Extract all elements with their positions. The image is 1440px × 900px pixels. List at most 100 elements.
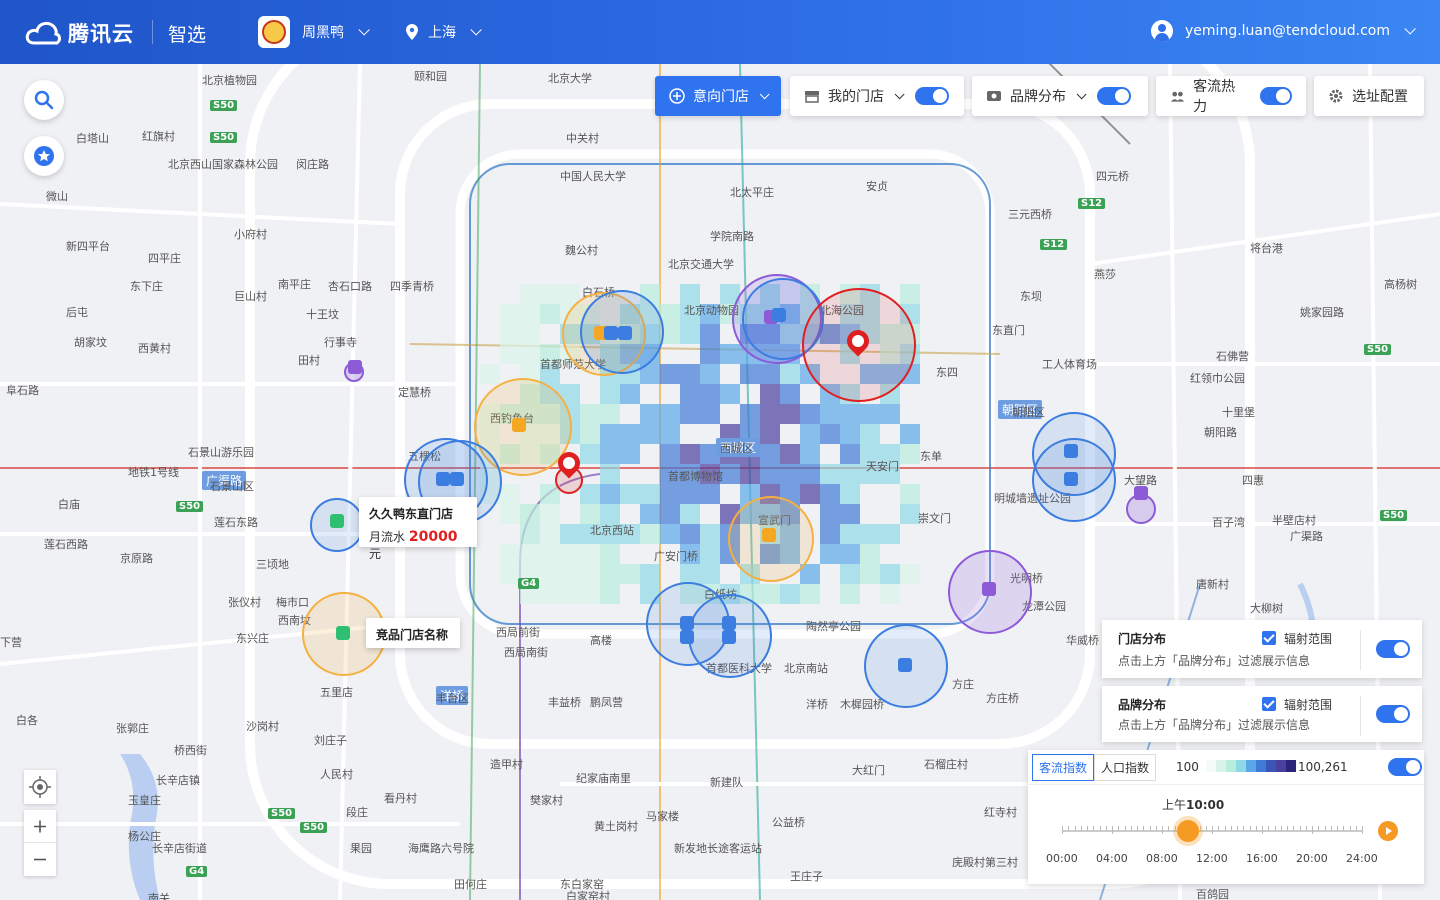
tab-flow-index[interactable]: 客流指数: [1032, 754, 1095, 781]
place-label: 西局南街: [504, 646, 548, 659]
store-pin[interactable]: [982, 582, 996, 596]
heat-cell: [520, 524, 540, 544]
search-button[interactable]: [24, 80, 64, 120]
my-store-control[interactable]: 我的门店: [790, 76, 964, 116]
brand-dist-panel-toggle[interactable]: [1376, 705, 1410, 723]
store-pin[interactable]: [680, 616, 694, 630]
heat-cell: [640, 484, 660, 504]
place-label: 四元桥: [1096, 170, 1129, 183]
store-pin[interactable]: [1134, 486, 1148, 500]
slider-tick: [1274, 826, 1276, 831]
place-label: 高杨树: [1384, 278, 1417, 291]
place-label: 十王坟: [306, 308, 339, 321]
heat-cell: [840, 524, 860, 544]
zoom-in-button[interactable]: [24, 810, 56, 843]
road-badge: G4: [186, 866, 208, 877]
heat-cell: [700, 564, 720, 584]
store-pin[interactable]: [722, 630, 736, 644]
store-radius-checkbox[interactable]: 辐射范围: [1262, 630, 1332, 647]
heat-cell: [820, 504, 840, 524]
product-name: 智选: [168, 24, 207, 46]
place-label: 北京植物园: [202, 74, 257, 87]
brand-radius-checkbox[interactable]: 辐射范围: [1262, 696, 1332, 713]
place-label: 下营: [0, 636, 22, 649]
brand-dist-toggle[interactable]: [1097, 87, 1131, 105]
site-config-button[interactable]: 选址配置: [1314, 76, 1424, 116]
my-store-toggle[interactable]: [915, 87, 949, 105]
heat-cell: [700, 544, 720, 564]
store-pin[interactable]: [604, 326, 618, 340]
place-label: 五里店: [320, 686, 353, 699]
heat-cell: [600, 464, 620, 484]
slider-tick: [1355, 826, 1357, 831]
slider-tick: [1174, 826, 1176, 831]
traffic-heat-toggle[interactable]: [1259, 87, 1292, 105]
store-pin[interactable]: [762, 528, 776, 542]
place-label: 长辛店镇: [156, 774, 200, 787]
heat-cell: [820, 464, 840, 484]
tab-population-index[interactable]: 人口指数: [1094, 754, 1157, 781]
heat-cell: [500, 564, 520, 584]
place-label: 杏石口路: [328, 280, 372, 293]
play-button[interactable]: [1378, 821, 1398, 841]
heat-cell: [780, 384, 800, 404]
brand-dist-control[interactable]: 品牌分布: [972, 76, 1148, 116]
place-label: 大柳树: [1250, 602, 1283, 615]
place-label: 东单: [920, 450, 942, 463]
slider-tick: [1155, 826, 1157, 831]
road-badge: S50: [176, 501, 204, 512]
heat-cell: [580, 584, 600, 604]
place-label: 微山: [46, 190, 68, 203]
tencent-cloud-logo[interactable]: 腾讯云: [24, 17, 134, 49]
store-pin[interactable]: [512, 418, 526, 432]
store-pin[interactable]: [1064, 444, 1078, 458]
place-label: 张仪村: [228, 596, 261, 609]
place-label: 首都博物馆: [668, 470, 723, 483]
store-dist-toggle[interactable]: [1376, 640, 1410, 658]
store-pin[interactable]: [618, 326, 632, 340]
locate-button[interactable]: [24, 770, 56, 804]
heat-toggle[interactable]: [1388, 758, 1422, 776]
place-label: 果园: [350, 842, 372, 855]
intent-store-button[interactable]: 意向门店: [655, 76, 781, 116]
store-pin[interactable]: [436, 472, 450, 486]
zoom-out-button[interactable]: [24, 843, 56, 876]
traffic-heat-control[interactable]: 客流热力: [1156, 76, 1306, 116]
place-label: 崇文门: [918, 512, 951, 525]
heat-cell: [540, 524, 560, 544]
store-pin[interactable]: [348, 360, 362, 374]
traffic-heat-label: 客流热力: [1193, 79, 1236, 115]
shop-selector[interactable]: 周黑鸭: [258, 16, 370, 48]
zoom-control: [24, 810, 56, 876]
place-label: 石榴庄村: [924, 758, 968, 771]
slider-tick: [1324, 826, 1326, 831]
heat-cell: [660, 404, 680, 424]
slider-tick: [1280, 826, 1282, 831]
store-pin[interactable]: [330, 514, 344, 528]
shop-logo: [258, 16, 290, 48]
favorites-button[interactable]: [24, 136, 64, 176]
store-pin[interactable]: [1064, 472, 1078, 486]
store-info-popup: 久久鸭东直门店 月流水 20000 元: [359, 497, 477, 561]
slider-tick: [1287, 826, 1288, 831]
user-menu[interactable]: yeming.luan@tendcloud.com: [1151, 20, 1416, 42]
place-label: 白塔山: [76, 132, 109, 145]
store-pin[interactable]: [772, 308, 786, 322]
heat-cell: [640, 564, 660, 584]
heat-cell: [500, 484, 520, 504]
store-pin[interactable]: [898, 658, 912, 672]
time-slider-thumb[interactable]: [1177, 820, 1199, 842]
place-label: 安贞: [866, 180, 888, 193]
heat-cell: [820, 424, 840, 444]
place-label: 石佛营: [1216, 350, 1249, 363]
store-pin[interactable]: [450, 472, 464, 486]
store-pin[interactable]: [680, 630, 694, 644]
city-selector[interactable]: 上海: [406, 22, 482, 42]
time-current-value: 10:00: [1186, 798, 1225, 812]
store-pin[interactable]: [722, 616, 736, 630]
heat-cell: [520, 544, 540, 564]
place-label: 西黄村: [138, 342, 171, 355]
heat-cell: [860, 424, 880, 444]
store-pin[interactable]: [336, 626, 350, 640]
heat-cell: [780, 404, 800, 424]
